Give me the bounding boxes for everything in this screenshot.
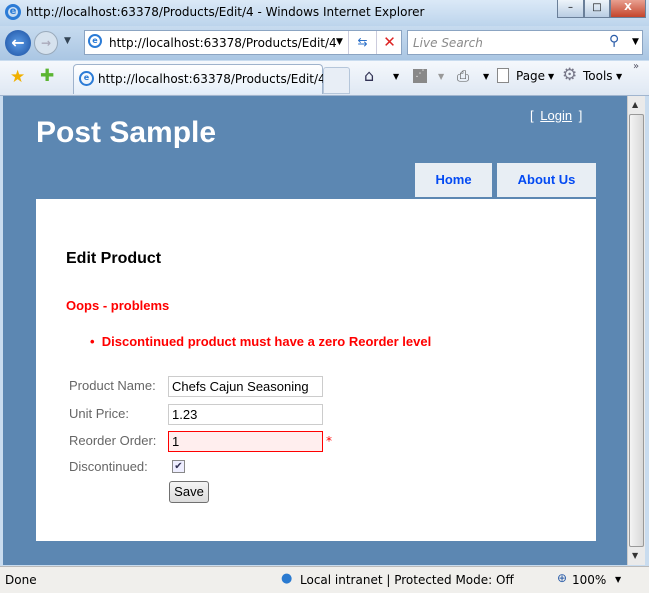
validation-error-item: • Discontinued product must have a zero …	[90, 334, 432, 349]
zoom-icon: ⊕	[557, 571, 568, 585]
reorder-error-marker: *	[326, 434, 332, 448]
site-title: Post Sample	[36, 116, 217, 149]
login-display: [ Login ]	[530, 108, 582, 123]
unit-price-input[interactable]: 1.23	[168, 404, 323, 425]
unit-price-label: Unit Price:	[69, 406, 129, 421]
scroll-thumb[interactable]	[629, 114, 644, 547]
menu-home[interactable]: Home	[415, 163, 492, 197]
tab-label: http://localhost:63378/Products/Edit/4	[98, 72, 326, 86]
print-dropdown-icon[interactable]: ▼	[483, 72, 489, 81]
intranet-globe-icon: ●	[281, 571, 293, 586]
tools-menu[interactable]: Tools	[583, 69, 613, 83]
page-icon	[497, 68, 509, 83]
discontinued-checkbox[interactable]: ✔	[172, 460, 185, 473]
search-icon[interactable]: ⚲	[609, 33, 619, 49]
feeds-dropdown-icon[interactable]: ▼	[438, 72, 444, 81]
home-icon[interactable]: ⌂	[364, 66, 374, 85]
reorder-label: Reorder Order:	[69, 433, 157, 448]
login-link[interactable]: Login	[540, 108, 572, 123]
print-icon[interactable]: ⎙	[457, 67, 469, 85]
vertical-scrollbar[interactable]: ▲ ▼	[627, 96, 645, 565]
search-input[interactable]: Live Search	[413, 36, 483, 50]
product-name-input[interactable]: Chefs Cajun Seasoning	[168, 376, 323, 397]
page-icon: e	[88, 34, 102, 48]
validation-summary-title: Oops - problems	[66, 298, 170, 313]
search-dropdown-icon[interactable]: ▼	[632, 37, 639, 47]
tools-gear-icon: ⚙	[562, 65, 578, 85]
window-title: http://localhost:63378/Products/Edit/4 -…	[26, 5, 425, 19]
page-dropdown-icon[interactable]: ▼	[548, 72, 554, 81]
ie-logo-icon: e	[5, 4, 21, 20]
page-heading: Edit Product	[66, 250, 162, 267]
maximize-button[interactable]: □	[584, 0, 610, 18]
address-input[interactable]: http://localhost:63378/Products/Edit/4	[109, 36, 337, 50]
favorites-star-icon[interactable]: ★	[10, 67, 25, 87]
history-dropdown-icon[interactable]: ▼	[64, 36, 71, 46]
home-dropdown-icon[interactable]: ▼	[393, 72, 399, 81]
new-tab-button[interactable]	[323, 67, 350, 94]
product-name-label: Product Name:	[69, 378, 156, 393]
discontinued-label: Discontinued:	[69, 459, 148, 474]
add-favorites-icon[interactable]: ✚	[40, 66, 54, 86]
feeds-icon[interactable]: ⋰	[413, 69, 427, 83]
menu-about-us[interactable]: About Us	[497, 163, 596, 197]
stop-icon[interactable]: ✕	[376, 31, 402, 54]
tab-ie-icon: e	[79, 71, 94, 86]
more-chevron-icon[interactable]: »	[633, 61, 639, 72]
browser-tab[interactable]: e http://localhost:63378/Products/Edit/4	[73, 64, 326, 94]
status-bar: Done ● Local intranet | Protected Mode: …	[0, 566, 649, 593]
search-box[interactable]: Live Search ⚲ ▼	[407, 30, 643, 55]
zoom-level[interactable]: 100%	[572, 573, 606, 587]
scroll-up-icon[interactable]: ▲	[632, 100, 638, 109]
tools-dropdown-icon[interactable]: ▼	[616, 72, 622, 81]
close-window-button[interactable]: X	[610, 0, 646, 18]
forward-button[interactable]: →	[34, 31, 58, 55]
reorder-input[interactable]: 1	[168, 431, 323, 452]
status-text: Done	[5, 573, 37, 587]
scroll-down-icon[interactable]: ▼	[632, 551, 638, 560]
save-button[interactable]: Save	[169, 481, 209, 503]
login-bracket-close: ]	[578, 108, 583, 123]
page-menu[interactable]: Page	[516, 69, 545, 83]
security-zone[interactable]: Local intranet | Protected Mode: Off	[300, 573, 514, 587]
validation-error-text: Discontinued product must have a zero Re…	[101, 334, 432, 349]
address-dropdown-icon[interactable]: ▼	[336, 37, 343, 47]
back-button[interactable]: ←	[5, 30, 31, 56]
address-bar[interactable]: e http://localhost:63378/Products/Edit/4…	[84, 30, 402, 55]
title-bar: e http://localhost:63378/Products/Edit/4…	[0, 0, 649, 26]
login-bracket-open: [	[530, 108, 534, 123]
zoom-dropdown-icon[interactable]: ▼	[615, 575, 621, 584]
minimize-button[interactable]: –	[557, 0, 584, 18]
refresh-icon[interactable]: ⇆	[348, 31, 376, 54]
